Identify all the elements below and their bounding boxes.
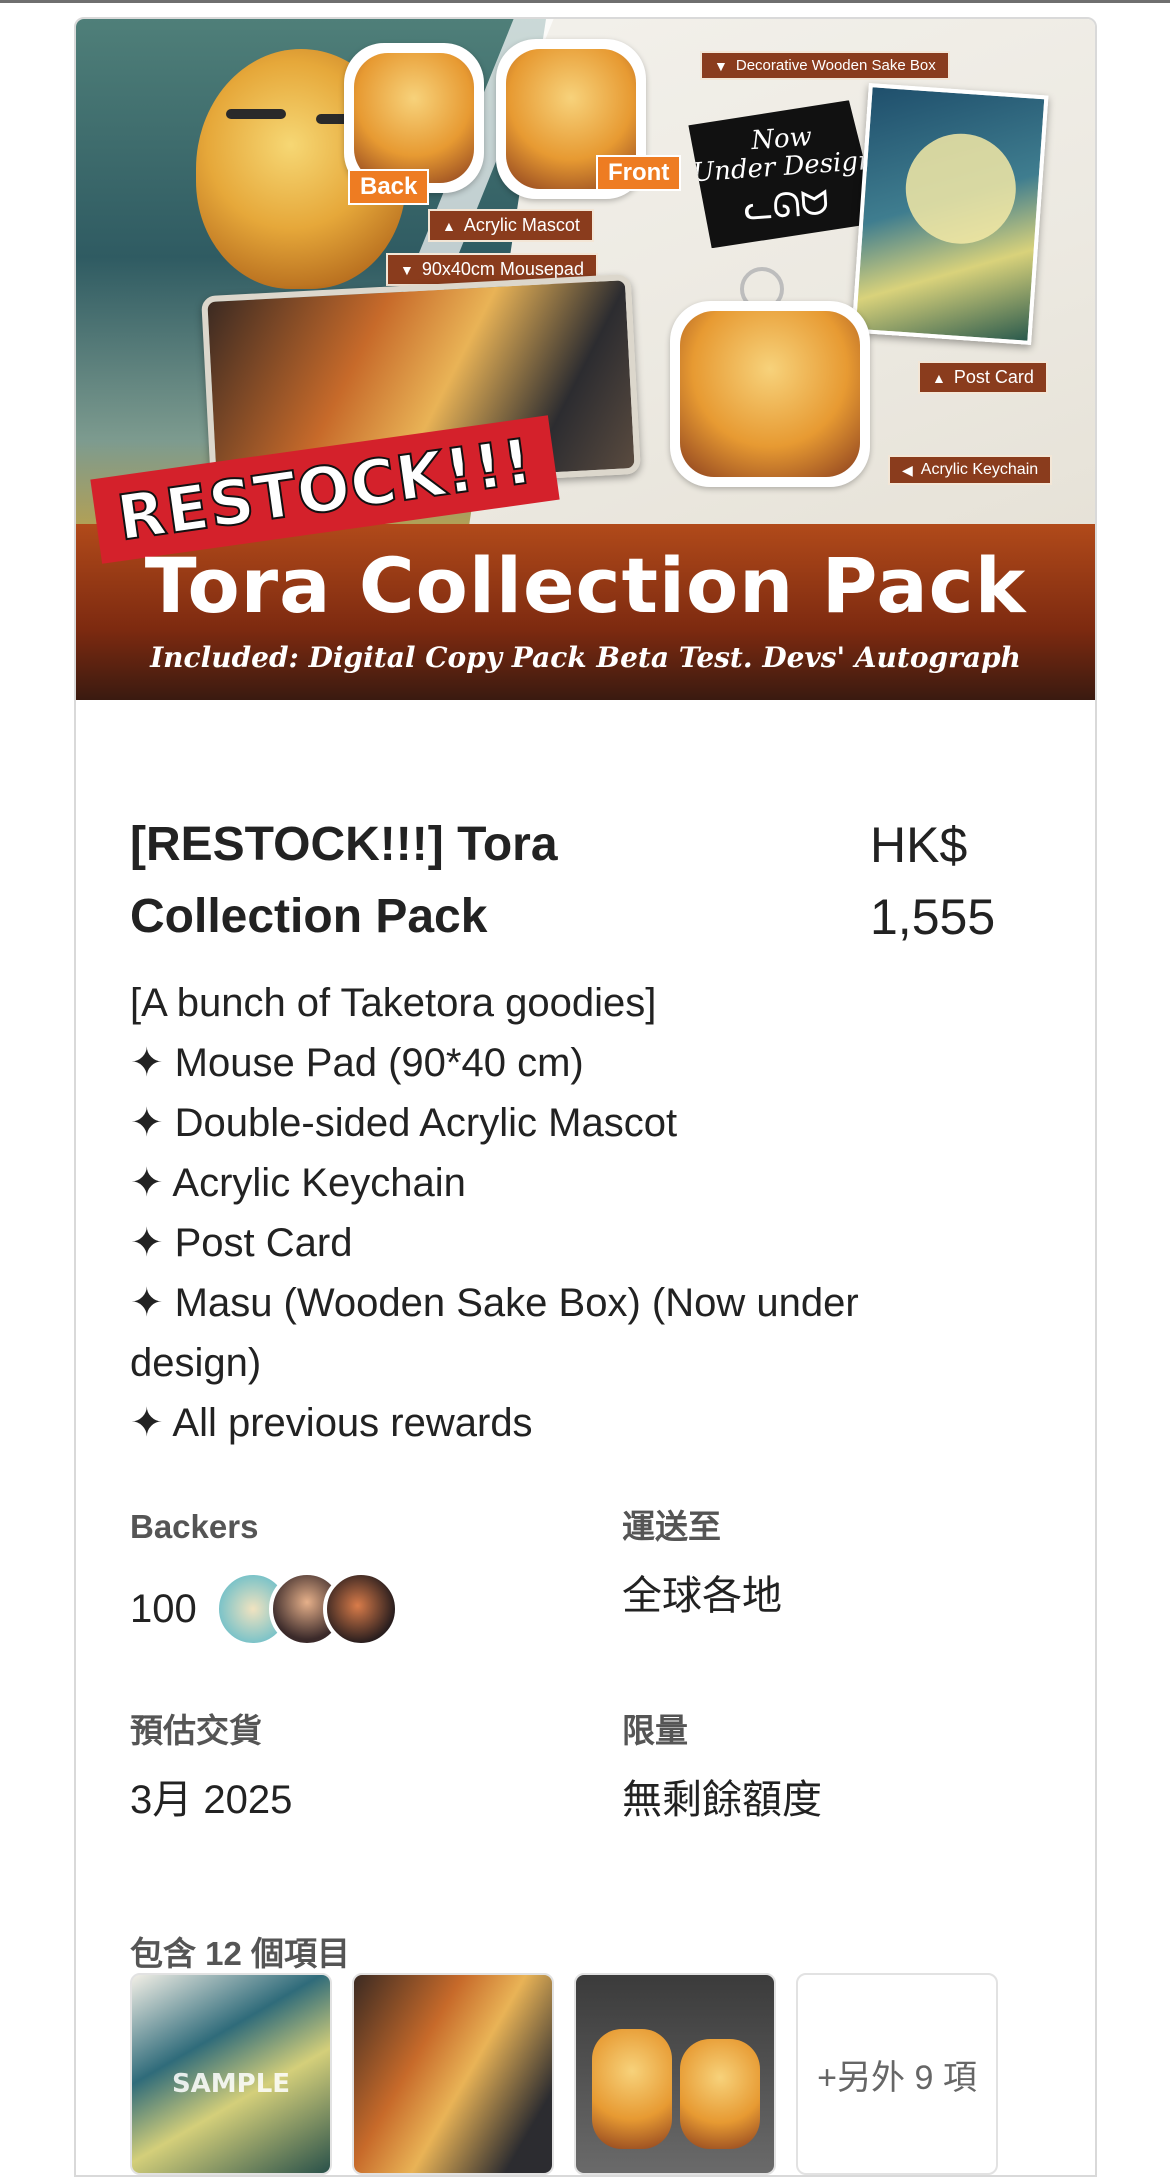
reward-banner-image: Back Front ▲ Acrylic Mascot ▼ 90x40cm Mo… [76, 19, 1095, 700]
description-line: ✦ All previous rewards [130, 1401, 533, 1445]
delivery-info: 預估交貨 3月 2025 [130, 1711, 550, 1825]
shipping-info: 運送至 全球各地 [622, 1507, 1042, 1621]
delivery-value: 3月 2025 [130, 1778, 293, 1822]
description-line: ✦ Mouse Pad (90*40 cm) [130, 1041, 584, 1085]
sample-watermark: SAMPLE [171, 2069, 291, 2099]
backers-value: 100 [130, 1571, 550, 1647]
triangle-up-icon: ▲ [932, 369, 946, 386]
backers-count: 100 [130, 1587, 197, 1631]
reward-title: [RESTOCK!!!] Tora Collection Pack [130, 818, 558, 943]
reward-card[interactable]: Back Front ▲ Acrylic Mascot ▼ 90x40cm Mo… [74, 17, 1097, 2177]
delivery-label: 預估交貨 [130, 1712, 262, 1749]
stripe-art [226, 109, 286, 119]
decorative-box-tag: ▼ Decorative Wooden Sake Box [700, 51, 950, 80]
decorative-box-tag-text: Decorative Wooden Sake Box [735, 57, 936, 74]
description-line: ✦ Masu (Wooden Sake Box) (Now under desi… [130, 1281, 859, 1385]
triangle-down-icon: ▼ [714, 57, 728, 74]
avatar [322, 1571, 399, 1647]
acrylic-mascot-tag: ▲ Acrylic Mascot [428, 209, 594, 242]
reward-header: [RESTOCK!!!] Tora Collection Pack HK$ 1,… [130, 809, 1050, 953]
under-design-text: Under Design [691, 145, 876, 189]
back-label: Back [348, 169, 430, 205]
reward-price: HK$ 1,555 [870, 809, 1050, 953]
limit-value: 無剩餘額度 [622, 1778, 822, 1822]
post-card-tag-text: Post Card [953, 367, 1034, 387]
backers-label: Backers [130, 1508, 259, 1545]
price-currency: HK$ [870, 817, 968, 873]
description-line: ✦ Post Card [130, 1221, 353, 1265]
reward-description: [A bunch of Taketora goodies] ✦ Mouse Pa… [130, 973, 1000, 1453]
limit-info: 限量 無剩餘額度 [622, 1711, 1042, 1825]
post-card-art [851, 83, 1049, 345]
triangle-down-icon: ▼ [400, 261, 414, 278]
description-line: ✦ Acrylic Keychain [130, 1161, 466, 1205]
acrylic-keychain-tag: ◀ Acrylic Keychain [888, 455, 1053, 485]
triangle-up-icon: ▲ [442, 217, 456, 234]
shipping-value: 全球各地 [622, 1574, 782, 1618]
backers-info: Backers 100 [130, 1507, 550, 1647]
triangle-left-icon: ◀ [902, 461, 913, 478]
cat-face-icon: ᓚᘏᗢ [742, 182, 831, 229]
post-card-tag: ▲ Post Card [918, 361, 1048, 394]
banner-subtitle: Included: Digital Copy Pack Beta Test. D… [150, 641, 1021, 674]
acrylic-mascot-tag-text: Acrylic Mascot [463, 215, 580, 235]
limit-label: 限量 [622, 1712, 688, 1749]
front-label: Front [596, 155, 682, 191]
description-line: ✦ Double-sided Acrylic Mascot [130, 1101, 678, 1145]
description-line: [A bunch of Taketora goodies] [130, 981, 657, 1025]
shipping-label: 運送至 [622, 1508, 721, 1545]
price-amount: 1,555 [870, 889, 996, 945]
items-included-label: 包含 12 個項目 [130, 1935, 351, 1972]
now-under-design-sign: Now Under Design ᓚᘏᗢ [687, 99, 880, 249]
acrylic-keychain-art [670, 267, 870, 487]
top-divider [0, 0, 1170, 3]
acrylic-keychain-tag-text: Acrylic Keychain [920, 461, 1039, 478]
banner-title: Tora Collection Pack [144, 541, 1027, 630]
backer-avatars[interactable] [214, 1571, 399, 1647]
